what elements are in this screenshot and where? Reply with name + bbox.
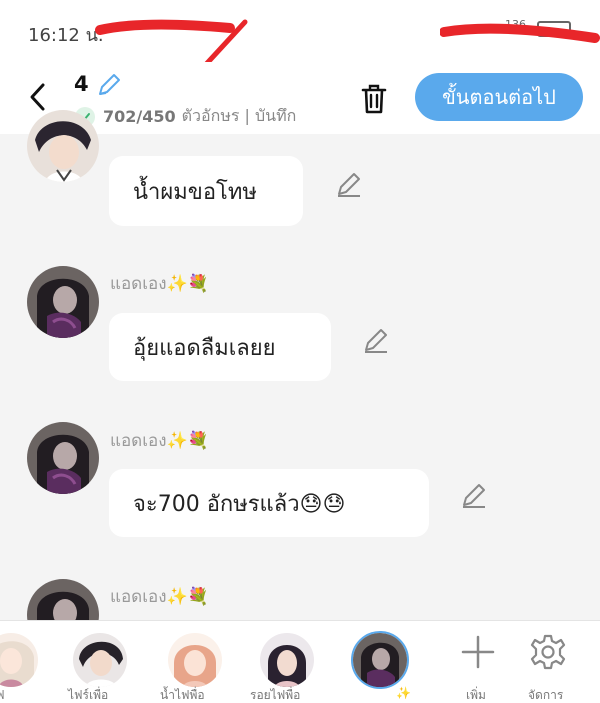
character-tab[interactable] [0, 633, 38, 687]
gear-icon [530, 634, 566, 670]
message-sender-name: แอดเอง✨💐 [110, 274, 209, 294]
avatar[interactable] [27, 422, 99, 494]
back-button[interactable] [22, 80, 52, 114]
edit-episode-pencil-icon[interactable] [96, 72, 122, 98]
avatar[interactable] [27, 266, 99, 338]
message-sender-name: แอดเอง✨💐 [110, 431, 209, 451]
edit-message-pencil-icon[interactable] [362, 326, 390, 354]
next-step-button[interactable]: ขั้นตอนต่อไป [415, 73, 583, 121]
delete-button[interactable] [358, 82, 390, 116]
character-tab-selected[interactable] [351, 631, 409, 689]
avatar[interactable] [27, 110, 99, 182]
episode-number: 4 [74, 72, 89, 96]
char-label: ตัวอักษร | บันทึก [181, 106, 297, 125]
char-count: 702/450 [103, 107, 176, 126]
message-sender-name: แอดเอง✨💐 [110, 587, 209, 607]
character-tab[interactable] [168, 633, 222, 687]
message-text: อุ้ยแอดลืมเลยย [133, 335, 276, 361]
edit-message-pencil-icon[interactable] [460, 481, 488, 509]
redaction-scribble-right [440, 23, 600, 43]
manage-label: จัดการ [528, 688, 564, 702]
trash-icon [361, 84, 387, 114]
status-bar: 16:12 น. 136 [0, 0, 600, 101]
message-bubble[interactable]: จะ700 อักษรแล้ว😓😓 [109, 469, 429, 537]
add-label: เพิ่ม [466, 688, 486, 702]
character-tab[interactable] [260, 633, 314, 687]
character-tab-label: ไฟร์เพื่อ [68, 688, 109, 702]
character-tab-label: รอยไฟพื่อ [250, 688, 301, 702]
edit-message-pencil-icon[interactable] [335, 170, 363, 198]
manage-characters-button[interactable] [528, 632, 568, 672]
status-time: 16:12 น. [28, 25, 104, 46]
plus-icon [461, 635, 495, 669]
add-character-button[interactable] [458, 632, 498, 672]
message-text: น้ำผมขอโทษ [133, 179, 257, 205]
character-tab-label: ฟ [0, 688, 5, 702]
character-tab[interactable] [73, 633, 127, 687]
chevron-left-icon [30, 83, 45, 111]
char-count-row: 702/450 ตัวอักษร | บันทึก [75, 104, 296, 129]
message-bubble[interactable]: น้ำผมขอโทษ [109, 156, 303, 226]
character-tab-label: ✨ [396, 686, 411, 700]
message-text: จะ700 อักษรแล้ว😓😓 [133, 491, 346, 517]
character-tab-label: น้ำไฟพื่อ [160, 688, 205, 702]
message-bubble[interactable]: อุ้ยแอดลืมเลยย [109, 313, 331, 381]
